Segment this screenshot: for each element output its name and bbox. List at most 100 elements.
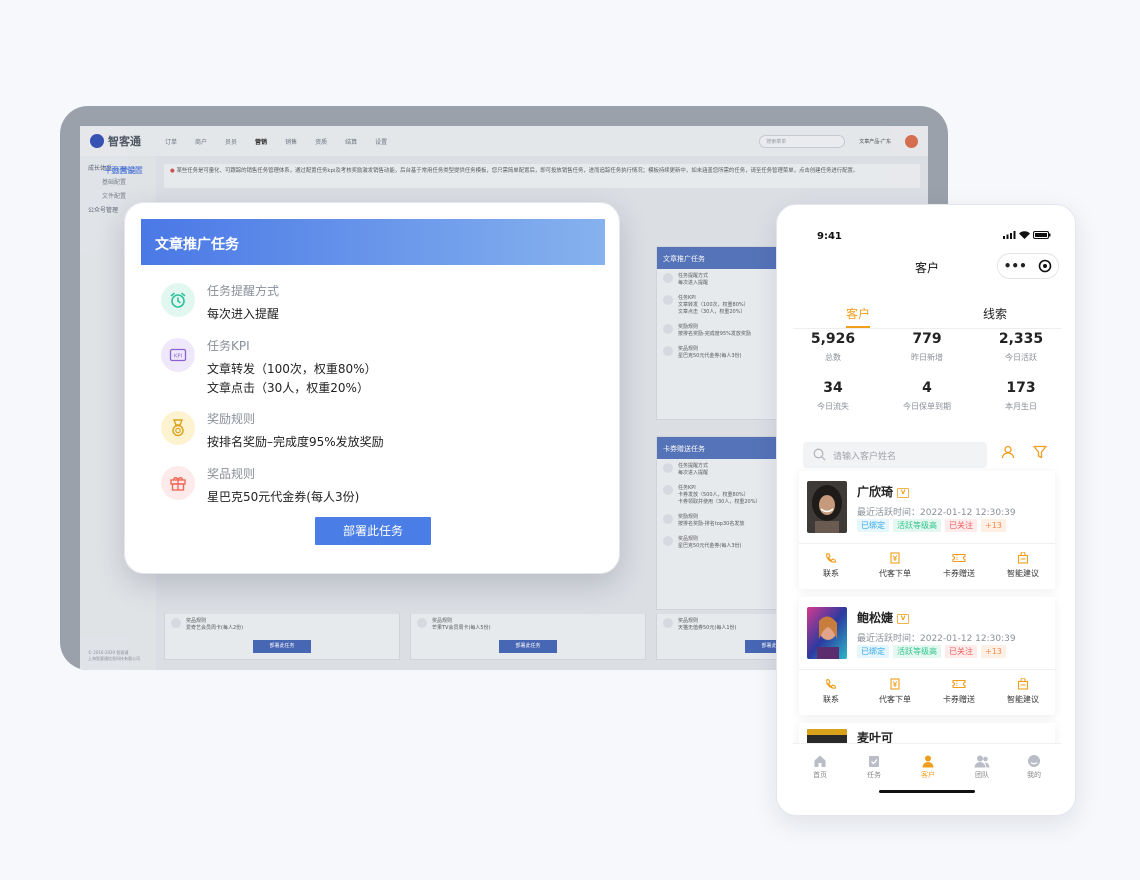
stat-lost-today[interactable]: 34 今日流失 [793,380,873,412]
card-label: 任务KPI [678,485,696,491]
action-label: 代客下单 [879,569,911,578]
desktop-user-name: 文章产品-广东 [859,138,891,145]
tag-followed: 已关注 [945,519,977,532]
customer-avatar [807,481,847,533]
sidebar-subitem[interactable]: 基础配置 [88,176,148,190]
proxy-order-button[interactable]: 代客下单 [863,678,927,705]
tabbar-team[interactable]: 团队 [955,754,1009,780]
desktop-search-input[interactable]: 搜索菜单 [759,134,846,148]
nav-item[interactable]: 结算 [345,137,357,146]
modal-section-reminder: 任务提醒方式 每次进入提醒 [161,283,279,324]
bell-icon [663,463,673,473]
tabbar-label: 我的 [1027,771,1041,779]
nav-item[interactable]: 资质 [315,137,327,146]
tabbar-label: 客户 [921,771,935,779]
gift-icon [663,346,673,356]
desktop-logo: 智客通 [90,133,141,149]
nav-item[interactable]: 员员 [225,137,237,146]
medal-icon [161,411,195,445]
stat-value: 173 [1006,380,1036,396]
section-value: 按排名奖励–完成度95%发放奖励 [207,435,384,449]
card-value: 文章点击（30人，权重20%） [678,309,746,315]
tabbar-me[interactable]: 我的 [1007,754,1061,780]
contact-button[interactable]: 联系 [799,552,863,579]
nav-item[interactable]: 销售 [285,137,297,146]
team-icon [974,755,990,768]
stat-policy-expiring[interactable]: 4 今日保单到期 [887,380,967,412]
desktop-task-card: 奖品规则 爱奇艺会员周卡(每人2份) 部署此任务 [164,614,400,660]
filter-icon[interactable] [1033,445,1047,459]
deploy-task-button[interactable]: 部署此任务 [253,640,311,653]
stat-new-yesterday[interactable]: 779 昨日新增 [887,331,967,363]
tag-bound: 已绑定 [857,645,889,658]
smart-suggest-button[interactable]: 智能建议 [991,552,1055,579]
card-value: 芒果TV会员周卡(每人5份) [432,625,491,631]
tab-customers[interactable]: 客户 [846,305,870,322]
stat-label: 昨日新增 [911,353,943,362]
sidebar-subitem-active[interactable]: 页面设置 [88,164,152,178]
tabbar-label: 任务 [867,771,881,779]
bag-icon [1017,678,1029,690]
tab-leads[interactable]: 线索 [983,305,1007,322]
nav-item[interactable]: 订单 [165,137,177,146]
section-label: 奖励规则 [207,412,256,426]
stat-active-today[interactable]: 2,335 今日活跃 [981,331,1061,363]
tag-followed: 已关注 [945,645,977,658]
desktop-avatar[interactable] [905,134,918,148]
coupon-gift-button[interactable]: 卡券赠送 [927,678,991,705]
phone-icon [826,552,837,563]
customer-card[interactable]: 广欣琦 V 最近活跃时间：2022-01-12 12:30:39 已绑定 活跃等级… [799,471,1055,589]
card-label: 奖品规则 [432,618,453,624]
tabbar-tasks[interactable]: 任务 [847,754,901,780]
modal-section-kpi: KPI 任务KPI 文章转发（100次，权重80%） 文章点击（30人，权重20… [161,338,377,398]
card-value: 天猫无值券50元(每人1份) [678,625,737,631]
close-target-icon[interactable] [1038,259,1052,273]
last-active-time: 最近活跃时间：2022-01-12 12:30:39 [857,508,1016,518]
stat-value: 4 [922,380,932,396]
action-label: 智能建议 [1007,695,1039,704]
tag-bound: 已绑定 [857,519,889,532]
svg-text:KPI: KPI [174,353,183,359]
section-value: 每次进入提醒 [207,307,280,321]
card-row: 奖品规则 芒果TV会员周卡(每人5份) [411,614,645,636]
nav-item-active[interactable]: 营销 [255,137,267,146]
tag-more[interactable]: +13 [981,645,1006,658]
action-label: 智能建议 [1007,569,1039,578]
contact-button[interactable]: 联系 [799,678,863,705]
nav-item[interactable]: 商户 [195,137,207,146]
proxy-order-button[interactable]: 代客下单 [863,552,927,579]
stat-total[interactable]: 5,926 总数 [793,331,873,363]
tabbar-home[interactable]: 首页 [793,754,847,780]
customer-card[interactable]: 鲍松婕 V 最近活跃时间：2022-01-12 12:30:39 已绑定 活跃等级… [799,597,1055,715]
task-icon [869,756,879,767]
action-label: 联系 [823,569,839,578]
deploy-task-button[interactable]: 部署此任务 [315,517,431,545]
medal-icon [663,514,673,524]
stat-value: 2,335 [998,331,1044,347]
nav-item[interactable]: 设置 [375,137,387,146]
smart-suggest-button[interactable]: 智能建议 [991,678,1055,705]
phone-icon [826,678,837,689]
deploy-task-button[interactable]: 部署此任务 [499,640,557,653]
stat-birthday-month[interactable]: 173 本月生日 [981,380,1061,412]
card-value: 卡券发放（500人，权重80%） [678,492,749,498]
customer-search-input[interactable]: 请输入客户姓名 [803,442,987,468]
phone-frame: 9:41 客户 ••• 客户 线索 5,926 总数 779 昨日新增 2,335 今… [776,204,1076,816]
card-label: 奖励规则 [678,514,699,520]
coupon-gift-button[interactable]: 卡券赠送 [927,552,991,579]
card-value: 卡券领取并使用（30人，权重20%） [678,499,761,505]
more-icon[interactable]: ••• [1004,259,1027,273]
medal-icon [663,324,673,334]
logo-text: 智客通 [108,135,141,148]
tag-more[interactable]: +13 [981,519,1006,532]
action-label: 卡券赠送 [943,569,975,578]
tabbar-customers[interactable]: 客户 [901,754,955,780]
action-label: 联系 [823,695,839,704]
add-customer-icon[interactable] [1001,445,1015,459]
yen-note-icon [890,552,900,564]
notice-text: 某些任务是可量化、可跟踪的销售任务管理体系，通过配置任务kpi及考核奖励激发销售… [176,168,859,174]
gift-icon [417,618,427,628]
status-time: 9:41 [817,231,842,242]
section-value: 文章转发（100次，权重80%） [207,362,377,376]
user-icon [922,755,934,768]
